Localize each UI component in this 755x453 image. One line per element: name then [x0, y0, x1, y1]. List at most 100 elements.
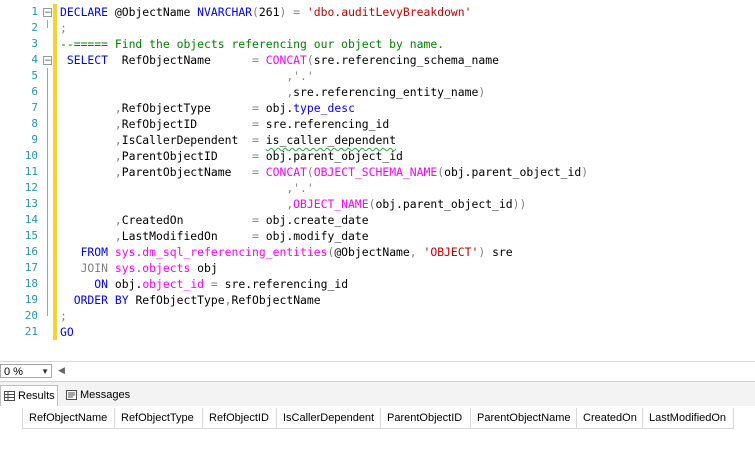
code-line[interactable]: ,CreatedOn = obj.create_date — [60, 212, 369, 228]
column-header-createdon[interactable]: CreatedOn — [576, 408, 642, 428]
column-header-iscallerdependent[interactable]: IsCallerDependent — [276, 408, 380, 428]
code-token: , — [114, 101, 122, 115]
code-line[interactable]: ,ParentObjectName = CONCAT(OBJECT_SCHEMA… — [60, 164, 588, 180]
code-line[interactable]: ,RefObjectID = sre.referencing_id — [60, 116, 389, 132]
tab-messages[interactable]: Messages — [63, 385, 139, 406]
code-token: ( — [306, 53, 314, 67]
zoom-value: 0 % — [4, 366, 23, 378]
code-token: 261 — [258, 5, 280, 19]
code-line[interactable]: --===== Find the objects referencing our… — [60, 36, 444, 52]
code-token: , — [114, 149, 122, 163]
line-number: 2 — [31, 21, 38, 34]
code-line[interactable]: ,RefObjectType = obj.type_desc — [60, 100, 355, 116]
collapse-region-2-icon[interactable]: − — [43, 56, 52, 66]
code-line[interactable]: GO — [60, 324, 74, 340]
column-header-parentobjectid[interactable]: ParentObjectID — [380, 408, 470, 428]
code-line[interactable]: ; — [60, 20, 67, 36]
line-number: 5 — [31, 69, 38, 82]
zoom-select[interactable]: 0 % ▼ — [0, 364, 52, 378]
line-number: 6 — [31, 85, 38, 98]
code-token: sre.referencing_entity_name — [293, 85, 479, 99]
line-number: 10 — [24, 149, 38, 162]
code-token: ; — [60, 309, 67, 323]
code-token: FROM — [80, 245, 109, 259]
column-header-refobjecttype[interactable]: RefObjectType — [114, 408, 202, 428]
line-number: 15 — [24, 229, 38, 242]
code-token: = — [210, 277, 218, 291]
code-line[interactable]: ,OBJECT_NAME(obj.parent_object_id)) — [60, 196, 526, 212]
code-token: RefObjectType — [128, 293, 225, 307]
code-token: , — [114, 133, 122, 147]
scroll-left-icon[interactable]: ◀ — [58, 366, 65, 376]
code-token: ,'.' — [286, 181, 314, 195]
line-number: 12 — [24, 181, 38, 194]
line-number: 11 — [24, 165, 38, 178]
code-token: object_id — [142, 277, 205, 291]
code-line[interactable]: ,sre.referencing_entity_name) — [60, 84, 485, 100]
column-header-lastmodifiedon[interactable]: LastModifiedOn — [642, 408, 734, 428]
tab-results[interactable]: Results — [0, 385, 58, 406]
code-token: sre.referencing_id — [217, 277, 349, 291]
collapse-region-1-icon[interactable]: − — [43, 8, 52, 18]
code-token: obj. — [108, 277, 143, 291]
messages-icon — [66, 390, 77, 400]
code-token: SELECT — [66, 53, 109, 67]
code-line[interactable]: DECLARE @ObjectName NVARCHAR(261) = 'dbo… — [60, 4, 472, 20]
code-token: = — [252, 133, 259, 147]
code-token: DECLARE — [60, 5, 115, 19]
code-token: RefObjectName — [231, 293, 321, 307]
tab-messages-label: Messages — [80, 389, 131, 401]
results-grid[interactable]: RefObjectName RefObjectType RefObjectID … — [0, 406, 755, 453]
code-line[interactable]: ,LastModifiedOn = obj.modify_date — [60, 228, 369, 244]
code-token: sys.objects — [114, 261, 191, 275]
line-number: 3 — [31, 37, 38, 50]
code-line[interactable]: ON obj.object_id = sre.referencing_id — [60, 276, 348, 292]
code-line[interactable]: ,'.' — [60, 68, 313, 84]
code-line[interactable]: ,ParentObjectID = obj.parent_object_id — [60, 148, 403, 164]
code-token: = — [252, 165, 259, 179]
code-token: obj.modify_date — [258, 229, 369, 243]
code-line[interactable]: ,'.' — [60, 180, 314, 196]
line-number: 18 — [24, 277, 38, 290]
line-number: 16 — [24, 245, 38, 258]
code-token: 'dbo.auditLevyBreakdown' — [306, 5, 472, 19]
results-header-row: RefObjectName RefObjectType RefObjectID … — [22, 408, 734, 429]
code-token: obj. — [258, 101, 294, 115]
code-token: NVARCHAR — [197, 5, 253, 19]
column-header-refobjectid[interactable]: RefObjectID — [202, 408, 276, 428]
code-line[interactable]: ORDER BY RefObjectType,RefObjectName — [60, 292, 321, 308]
line-number: 13 — [24, 197, 38, 210]
code-token: RefObjectType — [121, 101, 253, 115]
column-header-parentobjectname[interactable]: ParentObjectName — [470, 408, 576, 428]
line-number: 14 — [24, 213, 38, 226]
line-number: 7 — [31, 101, 38, 114]
line-number: 1 — [31, 5, 38, 18]
code-token: ( — [252, 5, 259, 19]
column-header-refobjectname[interactable]: RefObjectName — [22, 408, 114, 428]
code-line[interactable]: SELECT RefObjectName = CONCAT(sre.refere… — [60, 52, 499, 68]
code-token: , — [114, 117, 122, 131]
grid-icon — [4, 391, 15, 401]
code-token: , — [114, 229, 122, 243]
query-editor[interactable]: 1 2 3 4 5 6 7 8 9 10 11 12 13 14 15 16 17 18 19 20 21 − − DE… — [0, 0, 755, 361]
code-token: = — [252, 117, 259, 131]
code-token: )) — [512, 197, 527, 211]
code-line[interactable]: FROM sys.dm_sql_referencing_entities(@Ob… — [60, 244, 513, 260]
code-token: = — [252, 149, 259, 163]
code-line[interactable]: JOIN sys.objects obj — [60, 260, 218, 276]
code-line[interactable]: ; — [60, 308, 67, 324]
code-line[interactable]: ,IsCallerDependent = is_caller_dependent — [60, 132, 396, 148]
code-token: sre — [485, 245, 513, 259]
